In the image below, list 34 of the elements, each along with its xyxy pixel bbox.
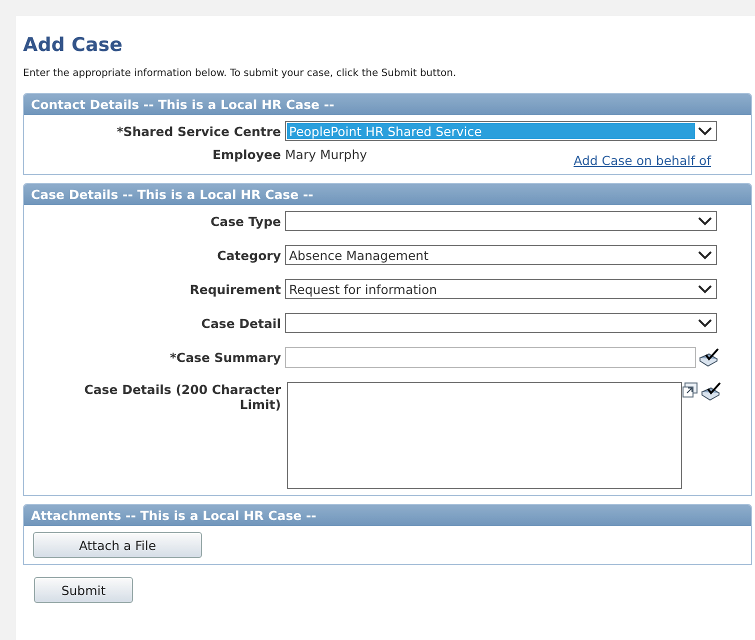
- employee-name: Mary Murphy: [285, 147, 368, 162]
- chevron-down-icon: [698, 250, 712, 260]
- field-label: *Case Summary: [168, 350, 282, 365]
- submit-button[interactable]: Submit: [34, 577, 133, 603]
- section-heading: Attachments -- This is a Local HR Case --: [24, 505, 751, 526]
- chevron-down-icon: [698, 216, 712, 226]
- case-summary-field[interactable]: [285, 347, 696, 368]
- field-label: Employee: [212, 147, 282, 162]
- add-on-behalf-link[interactable]: Add Case on behalf of: [574, 153, 711, 168]
- section-heading: Case Details -- This is a Local HR Case --: [24, 184, 751, 205]
- chevron-down-icon: [698, 284, 712, 294]
- case-details-field[interactable]: [287, 382, 682, 489]
- dropdown-field[interactable]: Request for information: [285, 279, 717, 299]
- field-label: Case Type: [210, 214, 282, 228]
- spellcheck-icon[interactable]: [700, 382, 722, 402]
- chevron-down-icon: [698, 126, 712, 136]
- dropdown-value: PeoplePoint HR Shared Service: [287, 123, 695, 139]
- field-label: Requirement: [188, 282, 282, 296]
- field-label: Case Details (200 Character Limit): [83, 382, 282, 412]
- field-label: Case Detail: [200, 316, 282, 330]
- chevron-down-icon: [698, 318, 712, 328]
- page-title: Add Case: [23, 34, 124, 56]
- attach-file-button[interactable]: Attach a File: [33, 532, 202, 558]
- field-label: Category: [216, 248, 282, 262]
- expand-icon[interactable]: [682, 382, 698, 398]
- section-heading: Contact Details -- This is a Local HR Case --: [24, 94, 751, 115]
- dropdown-value: Absence Management: [288, 247, 430, 263]
- dropdown-value: Request for information: [288, 281, 438, 297]
- field-label: *Shared Service Centre: [116, 124, 282, 138]
- spellcheck-icon[interactable]: [698, 348, 720, 368]
- dropdown-field[interactable]: [285, 211, 717, 231]
- dropdown-field[interactable]: [285, 313, 717, 333]
- dropdown-field[interactable]: Absence Management: [285, 245, 717, 265]
- instructions-text: Enter the appropriate information below. To submit your case, click the Submit button.: [23, 68, 458, 79]
